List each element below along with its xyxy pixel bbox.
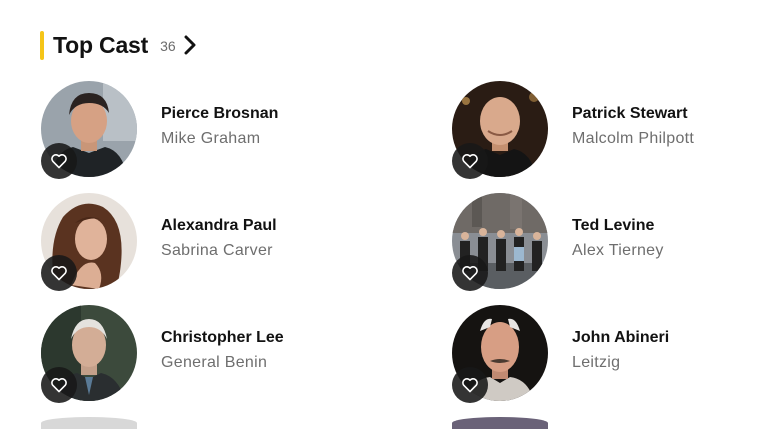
cast-item[interactable]: John Abineri Leitzig	[452, 305, 762, 403]
character-name: General Benin	[161, 354, 268, 371]
actor-photo-partial[interactable]	[452, 417, 548, 429]
character-name: Malcolm Philpott	[572, 130, 695, 147]
heart-outline-icon[interactable]	[452, 367, 488, 403]
character-name: Alex Tierney	[572, 242, 664, 259]
actor-name[interactable]: Alexandra Paul	[161, 217, 277, 235]
actor-name[interactable]: Pierce Brosnan	[161, 105, 278, 123]
actor-name[interactable]: Patrick Stewart	[572, 105, 688, 123]
character-name: Leitzig	[572, 354, 621, 371]
cast-item[interactable]: Christopher Lee General Benin	[41, 305, 371, 403]
character-name: Mike Graham	[161, 130, 261, 147]
section-title: Top Cast	[53, 31, 149, 58]
heart-outline-icon[interactable]	[452, 255, 488, 291]
cast-item[interactable]: Pierce Brosnan Mike Graham	[41, 81, 371, 179]
cast-item[interactable]: Patrick Stewart Malcolm Philpott	[452, 81, 762, 179]
actor-name[interactable]: John Abineri	[572, 329, 669, 347]
actor-name[interactable]: Christopher Lee	[161, 329, 284, 347]
heart-outline-icon[interactable]	[452, 143, 488, 179]
cast-item[interactable]: Ted Levine Alex Tierney	[452, 193, 762, 291]
character-name: Sabrina Carver	[161, 242, 273, 259]
section-accent-bar	[40, 30, 44, 60]
actor-name[interactable]: Ted Levine	[572, 217, 654, 235]
chevron-right-icon[interactable]	[181, 34, 199, 56]
heart-outline-icon[interactable]	[41, 367, 77, 403]
heart-outline-icon[interactable]	[41, 255, 77, 291]
top-cast-header: Top Cast 36	[40, 30, 199, 60]
actor-photo-partial[interactable]	[41, 417, 137, 429]
cast-count: 36	[160, 38, 176, 54]
cast-item[interactable]: Alexandra Paul Sabrina Carver	[41, 193, 371, 291]
heart-outline-icon[interactable]	[41, 143, 77, 179]
